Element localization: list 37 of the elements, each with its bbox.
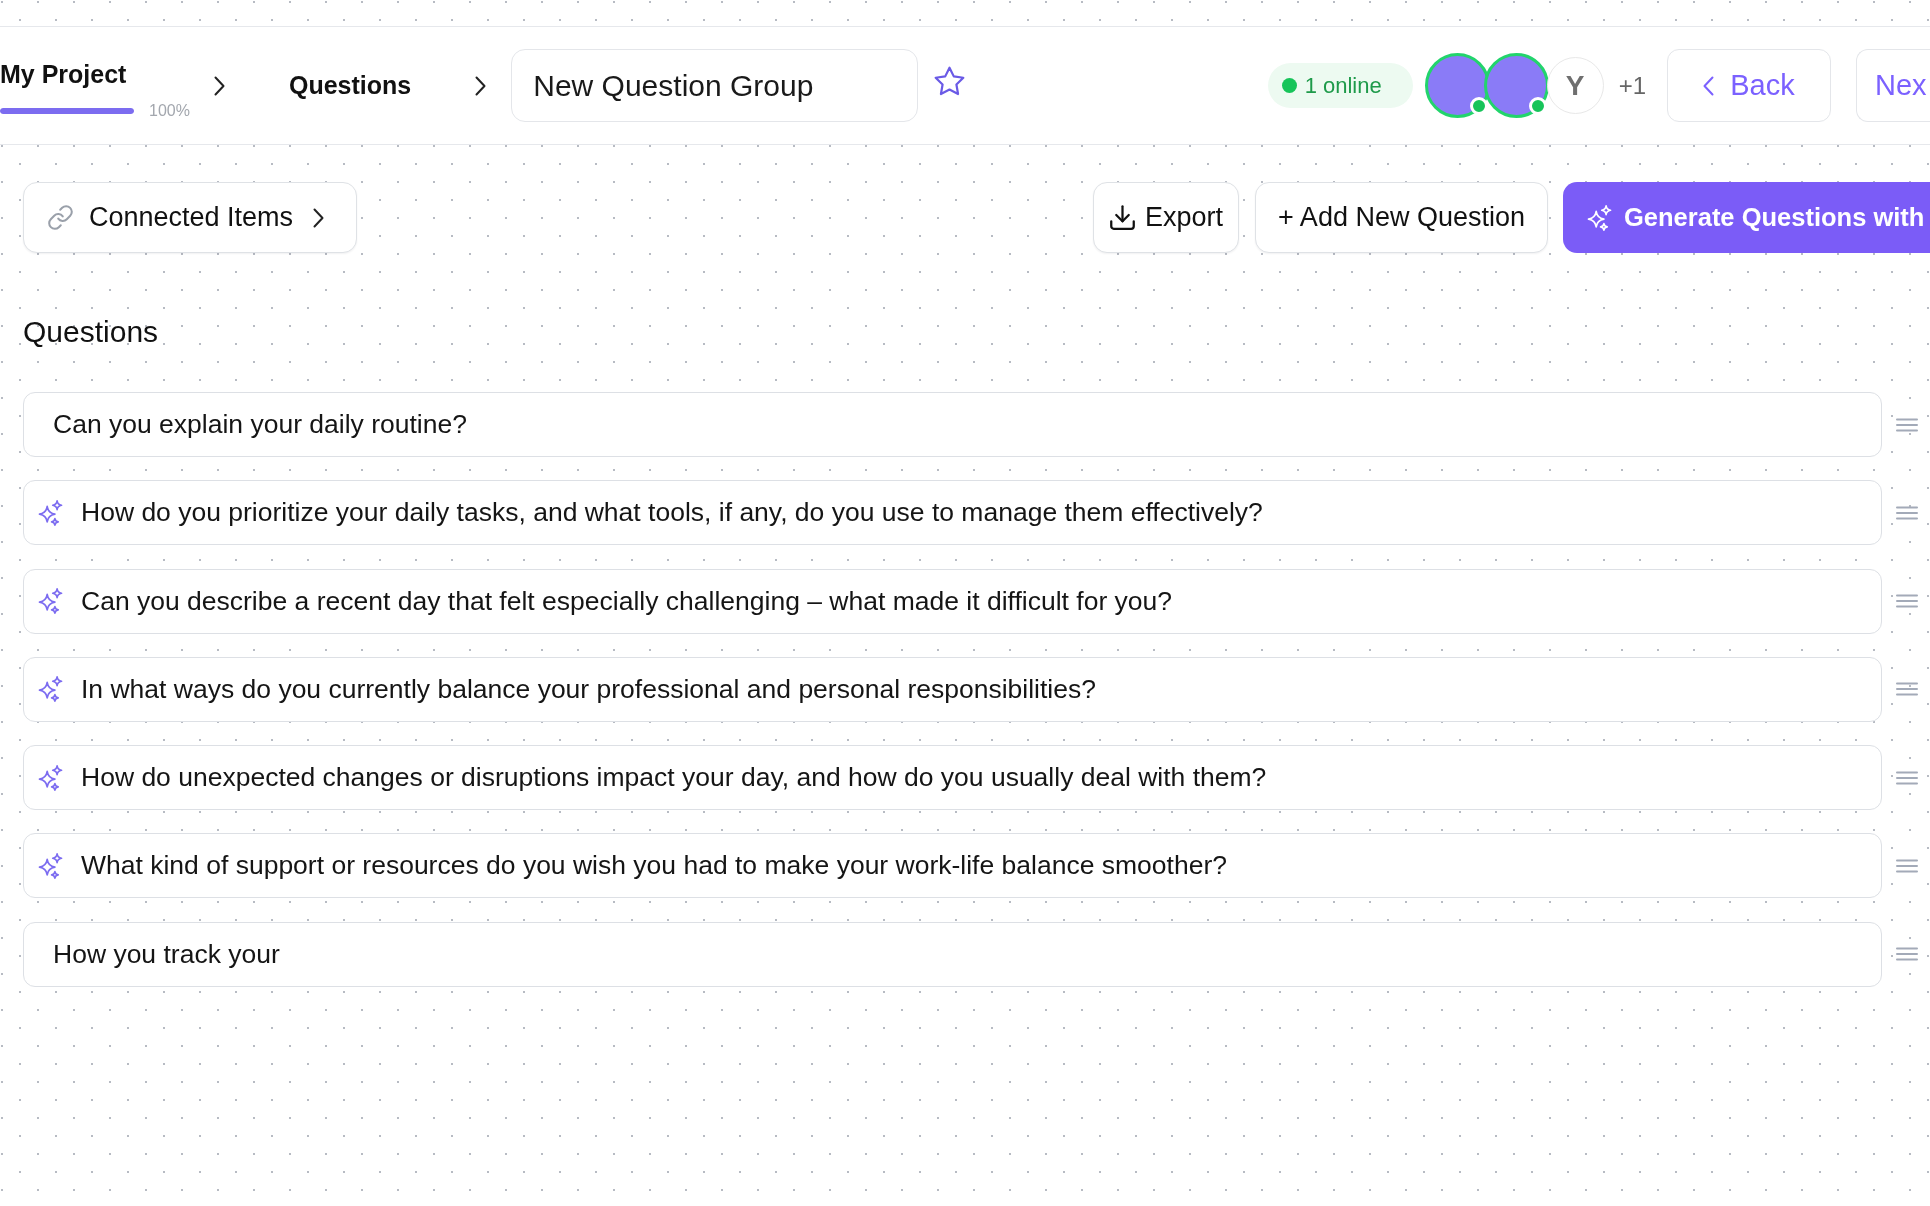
drag-handle-icon[interactable] (1896, 859, 1918, 873)
chevron-left-icon (1703, 75, 1715, 96)
generate-questions-button[interactable]: Generate Questions with (1563, 182, 1930, 253)
sparkle-icon (1587, 204, 1612, 231)
back-button[interactable]: Back (1667, 49, 1831, 122)
online-count: 1 online (1304, 72, 1382, 99)
breadcrumb-link[interactable]: Questions (289, 71, 412, 100)
export-button[interactable]: Export (1093, 182, 1240, 253)
chevron-right-icon (214, 75, 225, 96)
more-users-count: +1 (1618, 71, 1646, 100)
chevron-right-icon (313, 207, 324, 228)
drag-handle-icon[interactable] (1896, 947, 1918, 962)
question-field[interactable]: How do unexpected changes or disruptions impact your day, and how do you usually deal with them? (23, 745, 1882, 811)
add-question-button[interactable]: + Add New Question (1255, 182, 1548, 253)
chevron-right-icon (475, 75, 487, 96)
download-icon (1110, 205, 1136, 230)
connected-items-button[interactable]: Connected Items (23, 182, 357, 253)
link-icon (48, 205, 73, 230)
question-field[interactable]: How you track your (23, 921, 1882, 987)
drag-handle-icon[interactable] (1896, 770, 1918, 785)
section-heading: Questions (23, 315, 159, 349)
project-link[interactable]: My Project (0, 58, 127, 89)
drag-handle-icon[interactable] (1896, 594, 1918, 609)
status-dot-icon (1281, 78, 1297, 93)
star-icon[interactable] (934, 66, 966, 96)
question-field[interactable]: Can you explain your daily routine? (23, 392, 1882, 457)
question-field[interactable]: What kind of support or resources do you wish you had to make your work-life balance smoother? (23, 833, 1882, 899)
title-field[interactable]: New Question Group (511, 49, 919, 122)
drag-handle-icon[interactable] (1896, 417, 1918, 432)
question-field[interactable]: In what ways do you currently balance your professional and personal responsibilities? (23, 656, 1882, 722)
next-button[interactable]: Nex (1856, 49, 1930, 122)
drag-handle-icon[interactable] (1896, 505, 1918, 520)
question-field[interactable]: Can you describe a recent day that felt especially challenging – what made it difficult for you? (23, 568, 1882, 634)
drag-handle-icon[interactable] (1896, 682, 1918, 697)
progress-percent: 100% (149, 102, 190, 119)
question-field[interactable]: How do you prioritize your daily tasks, and what tools, if any, do you use to manage them effectively? (23, 480, 1882, 546)
user-avatar: Y (1546, 57, 1604, 114)
